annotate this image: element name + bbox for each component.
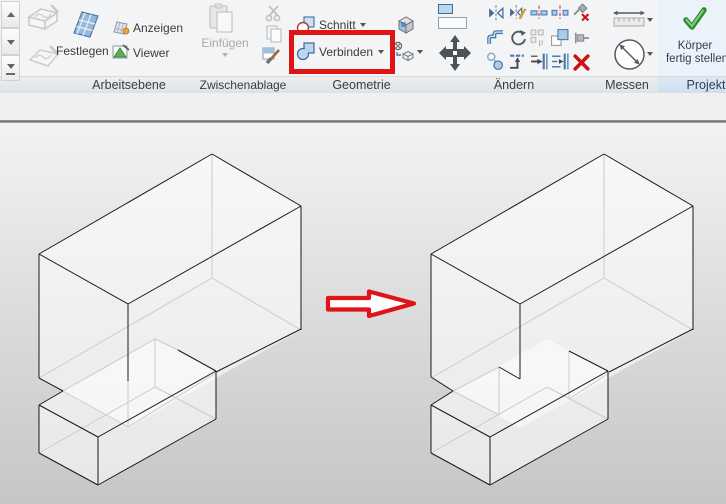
viewer-label: Viewer [133, 46, 169, 60]
canvas-top-border [0, 120, 726, 123]
panel-label-messen: Messen [596, 76, 658, 93]
delete-icon[interactable] [572, 53, 591, 72]
panel-label-zwischenablage: Zwischenablage [195, 76, 291, 93]
workplane-grid-icon [70, 7, 102, 39]
workplane-viewer-icon [112, 44, 130, 60]
split-icon[interactable] [530, 5, 548, 21]
rotate-icon[interactable] [509, 29, 527, 47]
panel-label-projekt: Projekt [658, 76, 726, 93]
unpin-icon[interactable] [572, 3, 590, 21]
workplane-show-icon [112, 20, 130, 35]
align-up-icon[interactable] [508, 52, 527, 71]
festlegen-label: Festlegen [56, 44, 108, 58]
mirror-draw-icon[interactable] [509, 4, 527, 22]
finish-label-line2: fertig stellen [655, 53, 726, 65]
array-icon: p [530, 29, 548, 47]
sketch-box-icon [25, 3, 61, 37]
panel-label-geometrie: Geometrie [291, 76, 432, 93]
ribbon-bottom-strip [0, 93, 726, 120]
highlight-rectangle-annotation [289, 30, 395, 74]
panel-label-arbeitsebene: Arbeitsebene [63, 76, 195, 93]
measure-diameter-icon [613, 38, 646, 71]
dropdown-caret [222, 53, 228, 57]
solid-cube-icon[interactable] [395, 14, 417, 36]
gallery-expand-icon [7, 64, 15, 69]
void-cube-icon[interactable] [393, 41, 415, 62]
paste-clipboard-icon [206, 3, 236, 36]
cut-scissors-icon [264, 4, 284, 22]
multi-align-icon[interactable] [551, 52, 570, 71]
dropdown-caret[interactable] [647, 52, 653, 56]
pin-icon[interactable] [572, 29, 590, 47]
gallery-scroll-down-icon [7, 40, 15, 45]
offset-icon[interactable] [487, 29, 505, 47]
panel-footer [22, 76, 63, 93]
copy-circles-icon[interactable] [486, 52, 505, 71]
gallery-expand-button[interactable] [1, 55, 20, 81]
gallery-scroll-down-button[interactable] [1, 28, 20, 55]
match-brush-icon[interactable] [262, 45, 286, 65]
drawing-canvas[interactable] [0, 123, 726, 504]
finish-label-line1: Körper [660, 40, 726, 52]
revit-window: { "ribbon": { "panels": { "inplace": {"l… [0, 0, 726, 504]
svg-text:p: p [538, 37, 543, 47]
align-right-icon[interactable] [530, 52, 549, 71]
dropdown-caret[interactable] [417, 50, 423, 54]
split-gap-icon[interactable] [551, 5, 569, 21]
gallery-scroll-up-button[interactable] [1, 1, 20, 28]
anzeigen-label: Anzeigen [133, 21, 183, 35]
einfuegen-label: Einfügen [196, 36, 254, 50]
copy-icon [265, 25, 284, 43]
dropdown-caret[interactable] [647, 18, 653, 22]
measure-length-icon [612, 8, 646, 28]
mirror-axis-icon[interactable] [487, 4, 505, 22]
move-icon[interactable] [438, 34, 472, 72]
scale-icon[interactable] [550, 28, 569, 47]
finish-check-icon [682, 6, 708, 32]
gallery-scroll-up-icon [7, 12, 15, 17]
dropdown-caret[interactable] [360, 23, 366, 27]
align-icon[interactable] [437, 3, 469, 30]
panel-label-aendern: Ändern [432, 76, 596, 93]
